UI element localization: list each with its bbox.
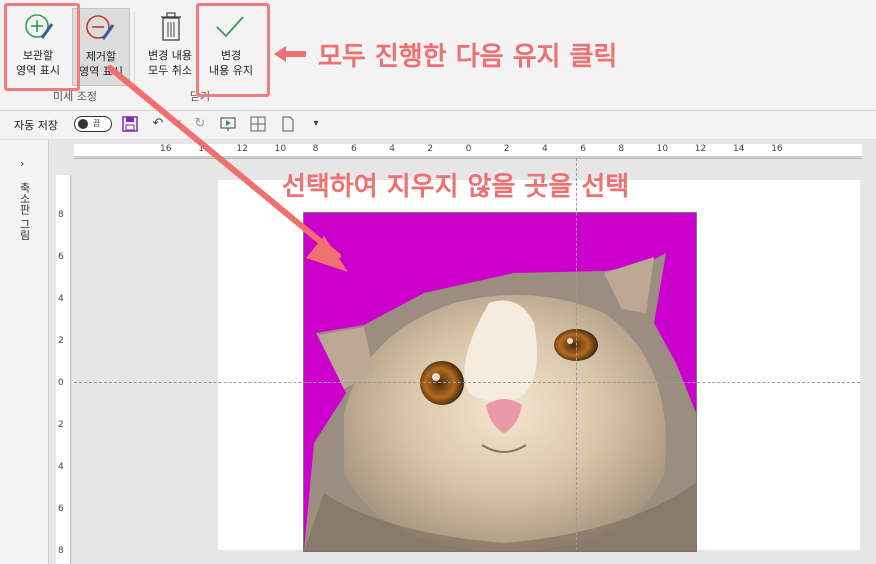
ruler-tick-label: 12 bbox=[694, 144, 707, 154]
vertical-guide bbox=[576, 158, 577, 550]
ruler-tick-label: 16 bbox=[771, 144, 783, 154]
ruler-tick-label: 10 bbox=[656, 144, 669, 154]
vertical-ruler: 8 6 4 2 0 2 4 6 8 bbox=[56, 175, 71, 564]
ruler-tick-label: 6 bbox=[580, 144, 586, 154]
top-callout: 모두 진행한 다음 유지 클릭 bbox=[318, 42, 618, 72]
thumbnail-pane-title: 축소판 그림 bbox=[18, 182, 31, 241]
ruler-tick-label: 6 bbox=[58, 504, 64, 514]
ruler-tick-label: 4 bbox=[542, 144, 548, 154]
ruler-tick-label: 8 bbox=[618, 144, 625, 154]
ruler-tick-label: 4 bbox=[58, 462, 64, 472]
ruler-tick-label: 8 bbox=[58, 546, 64, 556]
ruler-tick-label: 0 bbox=[465, 144, 472, 154]
callout-arrow-diagonal-icon bbox=[107, 65, 348, 272]
autosave-label: 자동 저장 bbox=[14, 119, 58, 132]
ruler-tick-label: 6 bbox=[58, 252, 64, 262]
highlight-mark-keep bbox=[4, 3, 80, 91]
remove-circle-pencil-icon bbox=[86, 15, 115, 40]
ruler-tick-label: 0 bbox=[58, 378, 64, 388]
ruler-tick-label: 4 bbox=[389, 144, 395, 154]
horizontal-guide bbox=[74, 382, 860, 383]
ruler-tick-label: 2 bbox=[58, 336, 64, 346]
ruler-tick-label: 2 bbox=[427, 144, 434, 154]
expand-pane-icon[interactable]: › bbox=[20, 157, 24, 170]
ruler-tick-label: 2 bbox=[503, 144, 510, 154]
ruler-tick-label: 14 bbox=[733, 144, 745, 154]
trash-icon bbox=[161, 12, 181, 41]
ruler-tick-label: 8 bbox=[58, 210, 64, 220]
ruler-tick-label: 4 bbox=[58, 294, 64, 304]
toggle-knob bbox=[78, 119, 88, 129]
ruler-tick-label: 2 bbox=[58, 420, 64, 430]
